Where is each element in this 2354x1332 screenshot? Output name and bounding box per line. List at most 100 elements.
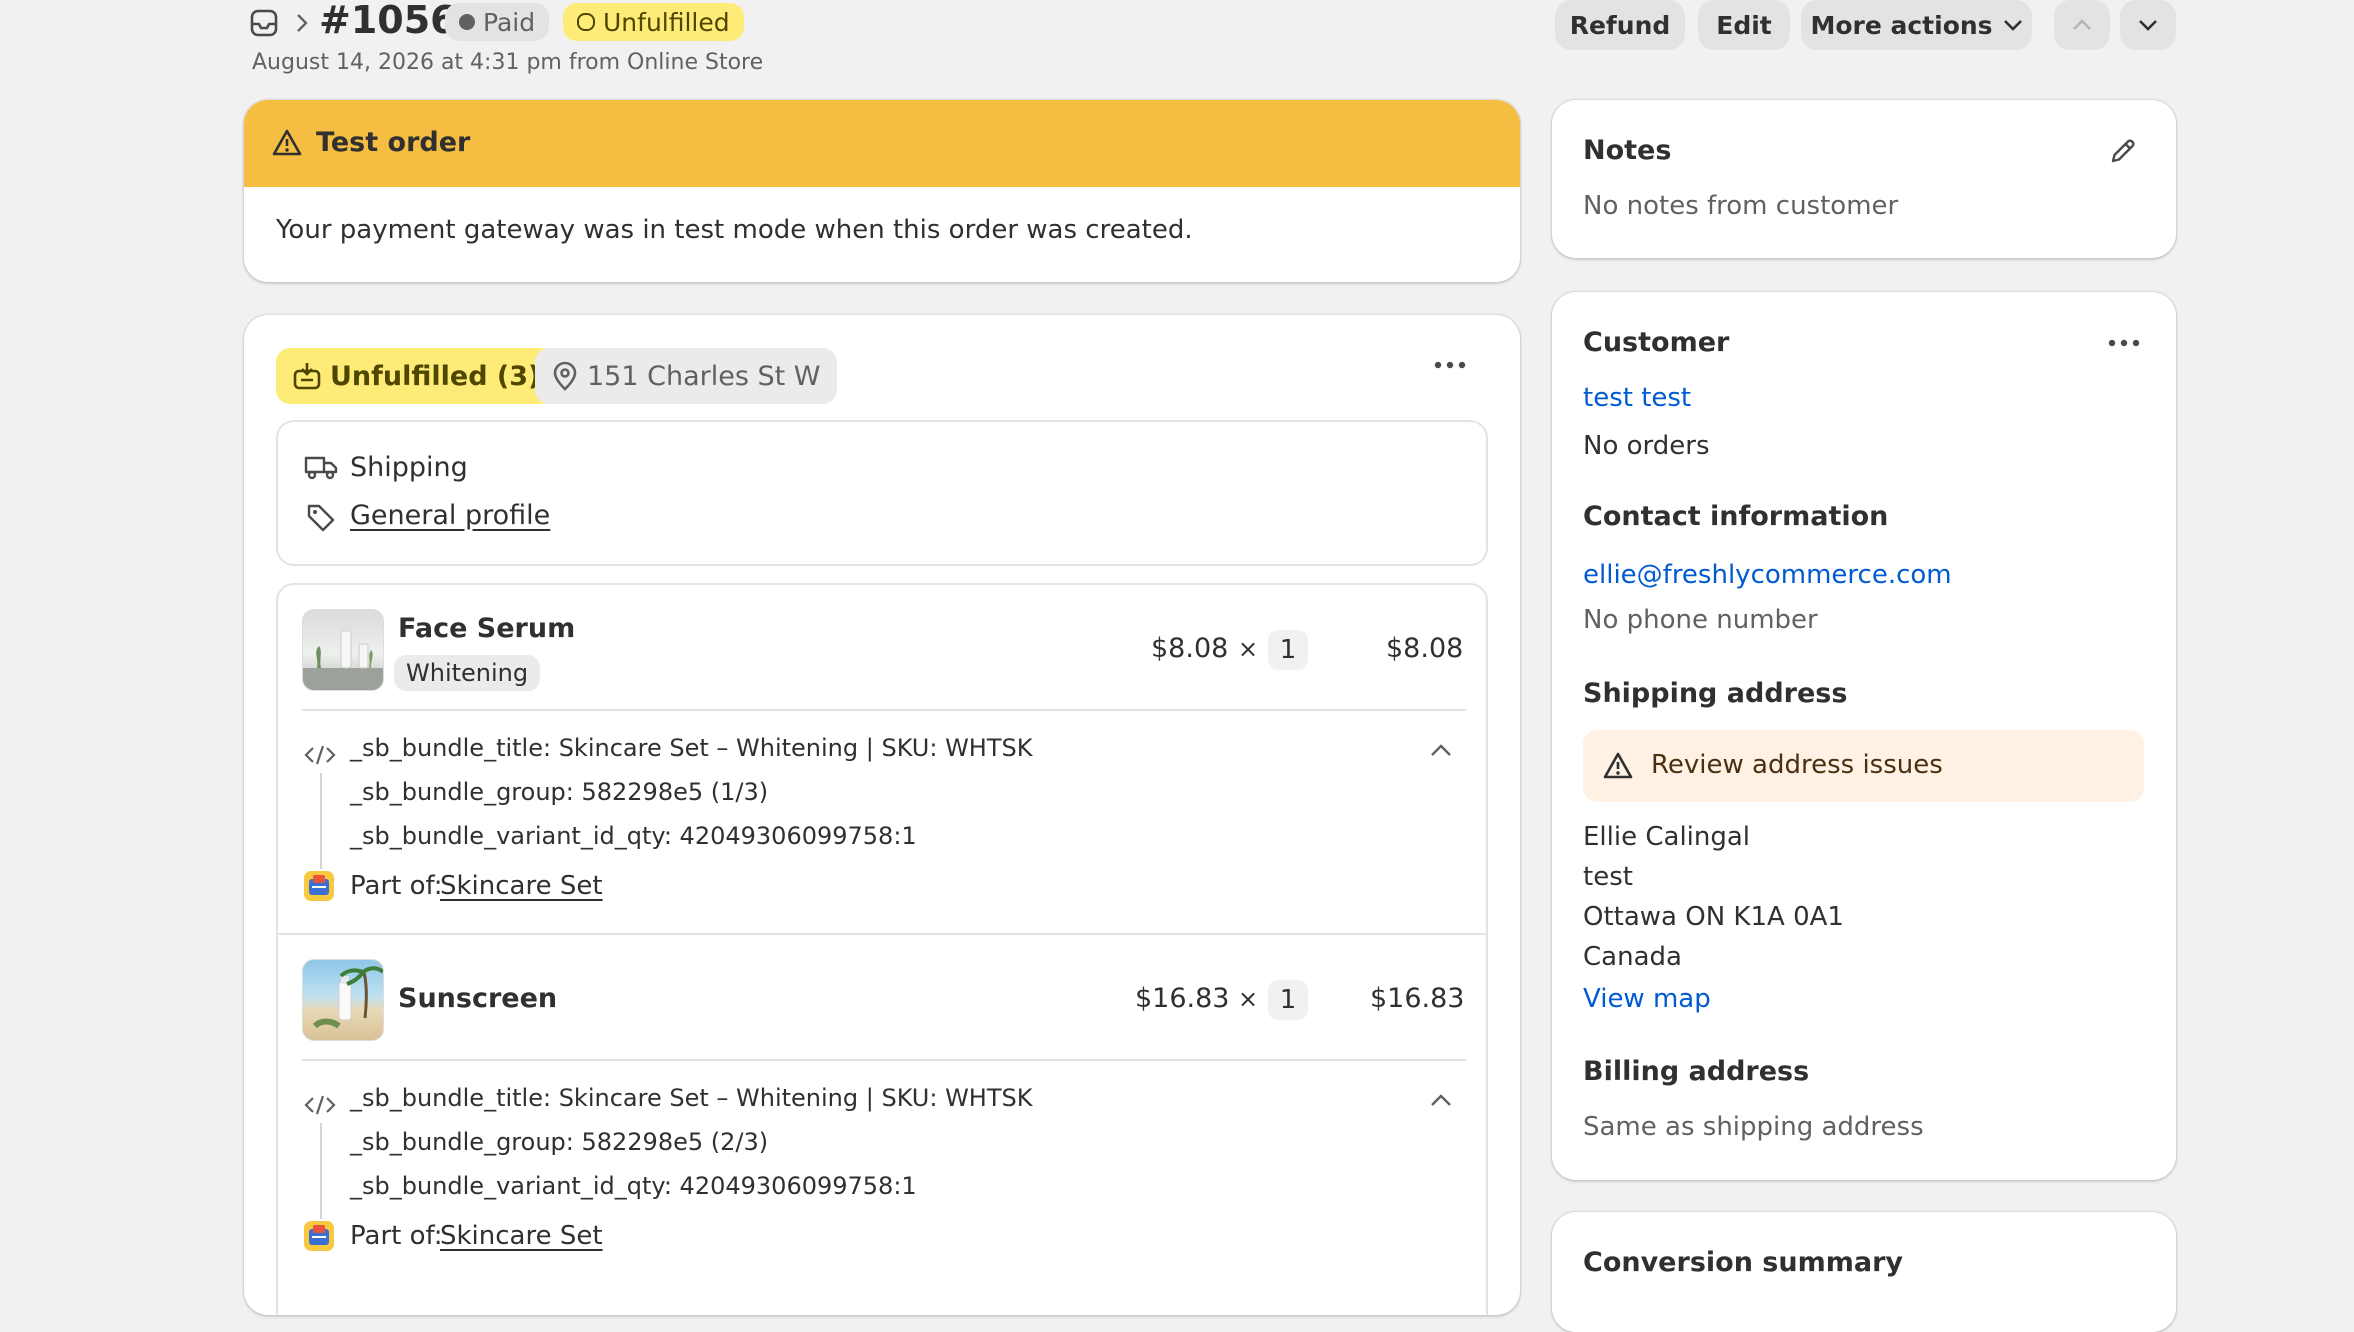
code-icon xyxy=(304,1093,336,1117)
unfulfilled-items-card: Unfulfilled (3) 151 Charles St W Shippin… xyxy=(244,315,1520,1315)
fulfillment-status-badge: Unfulfilled xyxy=(563,3,744,41)
view-map-link[interactable]: View map xyxy=(1583,984,1711,1014)
part-of-label: Part of: xyxy=(350,871,443,901)
phone-text: No phone number xyxy=(1583,605,1818,635)
part-of-label: Part of: xyxy=(350,1221,443,1251)
warning-icon xyxy=(272,128,302,158)
fulfillment-status-label: Unfulfilled xyxy=(603,7,730,37)
payment-status-badge: Paid xyxy=(445,3,550,41)
property-line: _sb_bundle_group: 582298e5 (2/3) xyxy=(350,1128,769,1156)
unit-price: $16.83 xyxy=(1135,983,1230,1014)
quantity-value: 1 xyxy=(1279,985,1297,1015)
shipping-label: Shipping xyxy=(350,452,468,483)
dot-filled-icon xyxy=(459,14,475,30)
unfulfilled-status-pill: Unfulfilled (3) xyxy=(276,348,557,404)
property-line: _sb_bundle_group: 582298e5 (1/3) xyxy=(350,778,769,806)
line-total: $8.08 xyxy=(1386,633,1464,664)
property-line: _sb_bundle_variant_id_qty: 4204930609975… xyxy=(350,1172,917,1200)
tag-icon xyxy=(306,502,336,532)
times-sign: × xyxy=(1238,985,1259,1013)
refund-label: Refund xyxy=(1569,10,1671,40)
general-profile-link[interactable]: General profile xyxy=(350,500,550,531)
code-icon xyxy=(304,743,336,767)
item-name[interactable]: Sunscreen xyxy=(398,983,557,1014)
conversion-title: Conversion summary xyxy=(1583,1247,1904,1278)
properties-rail xyxy=(320,1123,322,1219)
contact-title: Contact information xyxy=(1583,501,1889,532)
banner-title: Test order xyxy=(316,127,471,158)
address-line: Ottawa ON K1A 0A1 xyxy=(1583,902,1844,932)
collapse-chevron-up-icon[interactable] xyxy=(1430,743,1452,757)
quantity-badge: 1 xyxy=(1268,630,1308,670)
property-line: _sb_bundle_title: Skincare Set – Whiteni… xyxy=(350,734,1033,762)
line-items-box: Face Serum Whitening $8.08 × 1 $8.08 _sb… xyxy=(276,583,1488,1315)
chevron-up-icon xyxy=(2073,19,2091,30)
location-label: 151 Charles St W xyxy=(587,360,821,392)
sunscreen-thumbnail xyxy=(302,959,384,1041)
divider xyxy=(302,1059,1466,1061)
chevron-down-icon xyxy=(2139,20,2157,31)
payment-status-label: Paid xyxy=(483,7,536,37)
order-number: #1056 xyxy=(319,0,457,42)
customer-card: Customer test test No orders Contact inf… xyxy=(1552,292,2176,1180)
next-order-button[interactable] xyxy=(2120,0,2176,50)
notes-text: No notes from customer xyxy=(1583,191,1899,221)
notes-title: Notes xyxy=(1583,135,1672,166)
banner-header: Test order xyxy=(244,100,1520,187)
location-pin-icon xyxy=(553,361,577,391)
address-warning-banner[interactable]: Review address issues xyxy=(1583,730,2144,802)
times-sign: × xyxy=(1238,635,1259,663)
dot-outline-icon xyxy=(577,13,595,31)
conversion-summary-card: Conversion summary xyxy=(1552,1212,2176,1332)
divider xyxy=(302,709,1466,711)
property-line: _sb_bundle_title: Skincare Set – Whiteni… xyxy=(350,1084,1033,1112)
address-line: Canada xyxy=(1583,942,1682,972)
chevron-down-icon xyxy=(2003,20,2022,31)
address-line: Ellie Calingal xyxy=(1583,822,1751,852)
bundle-app-icon xyxy=(304,1221,334,1251)
bundle-link[interactable]: Skincare Set xyxy=(440,1221,603,1251)
shipping-address-title: Shipping address xyxy=(1583,678,1848,709)
customer-orders: No orders xyxy=(1583,431,1710,461)
variant-badge: Whitening xyxy=(394,655,541,691)
pencil-edit-icon[interactable] xyxy=(2108,136,2138,166)
item-name[interactable]: Face Serum xyxy=(398,613,575,644)
customer-name-link[interactable]: test test xyxy=(1583,383,1691,413)
customer-title: Customer xyxy=(1583,327,1730,358)
previous-order-button[interactable] xyxy=(2054,0,2110,50)
location-pill[interactable]: 151 Charles St W xyxy=(535,348,837,404)
warning-icon xyxy=(1603,751,1633,781)
variant-label: Whitening xyxy=(406,659,529,687)
more-options-icon[interactable] xyxy=(2108,339,2140,347)
billing-address-title: Billing address xyxy=(1583,1056,1810,1087)
collapse-chevron-up-icon[interactable] xyxy=(1430,1093,1452,1107)
breadcrumb-chevron-icon xyxy=(294,12,310,34)
edit-button[interactable]: Edit xyxy=(1698,0,1790,50)
orders-inbox-icon[interactable] xyxy=(249,8,279,38)
test-order-banner: Test order Your payment gateway was in t… xyxy=(244,100,1520,282)
more-options-icon[interactable] xyxy=(1434,361,1466,369)
bundle-app-icon xyxy=(304,871,334,901)
notes-card: Notes No notes from customer xyxy=(1552,100,2176,258)
quantity-value: 1 xyxy=(1279,635,1297,665)
truck-icon xyxy=(304,454,338,480)
shipping-method-box: Shipping General profile xyxy=(276,420,1488,566)
item-separator xyxy=(278,933,1486,935)
email-link[interactable]: ellie@freshlycommerce.com xyxy=(1583,560,1952,590)
property-line: _sb_bundle_variant_id_qty: 4204930609975… xyxy=(350,822,917,850)
banner-message: Your payment gateway was in test mode wh… xyxy=(276,215,1193,245)
unit-price: $8.08 xyxy=(1151,633,1229,664)
address-warning-text: Review address issues xyxy=(1651,750,1943,780)
unfulfilled-status-label: Unfulfilled (3) xyxy=(330,360,541,392)
refund-button[interactable]: Refund xyxy=(1555,0,1685,50)
quantity-badge: 1 xyxy=(1268,980,1308,1020)
more-actions-button[interactable]: More actions xyxy=(1801,0,2032,50)
billing-address-text: Same as shipping address xyxy=(1583,1112,1924,1142)
fulfillment-box-icon xyxy=(293,363,321,390)
line-total: $16.83 xyxy=(1370,983,1465,1014)
face-serum-thumbnail xyxy=(302,609,384,691)
address-line: test xyxy=(1583,862,1633,892)
more-actions-label: More actions xyxy=(1810,10,1993,40)
bundle-link[interactable]: Skincare Set xyxy=(440,871,603,901)
edit-label: Edit xyxy=(1716,10,1772,40)
